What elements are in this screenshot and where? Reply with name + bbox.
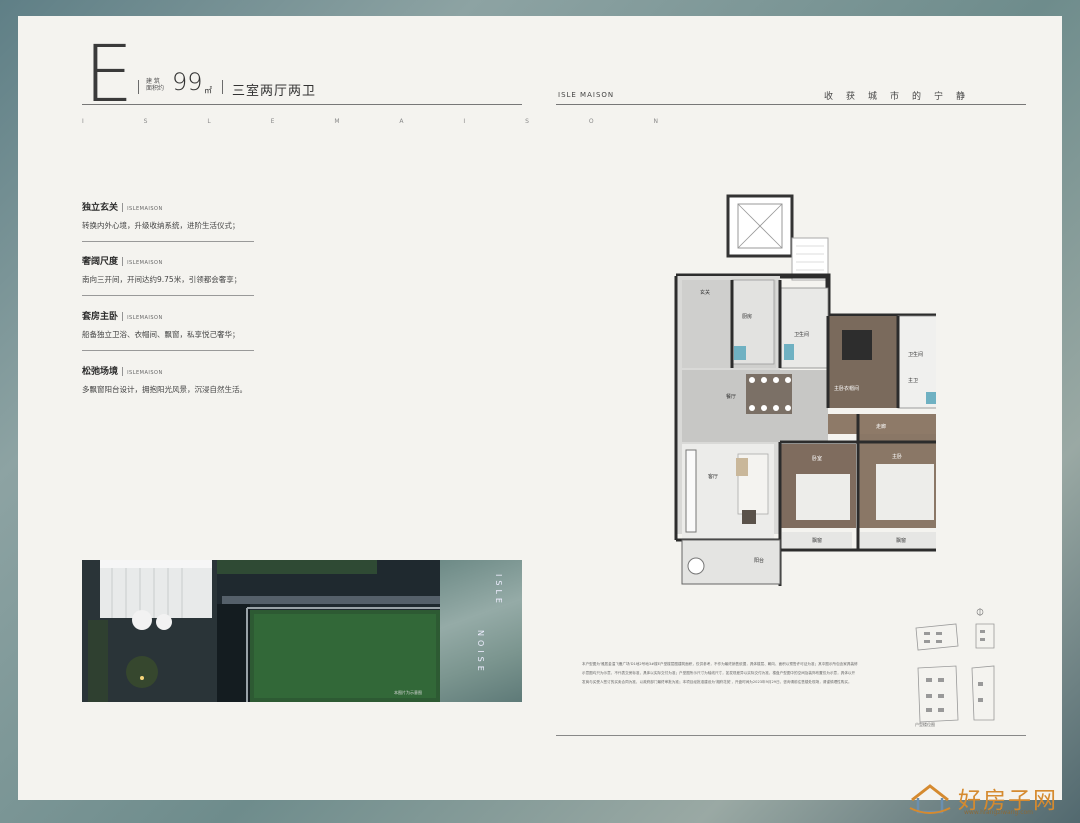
room-label-bay2: 飘窗 — [896, 537, 906, 544]
vertical-brand-text: ISLE — [494, 574, 503, 607]
feature-title: 独立玄关 — [82, 203, 119, 213]
feature-title: 奢阔尺度 — [82, 257, 119, 267]
room-label-master: 主卧 — [892, 453, 902, 460]
feature-description: 转换内外心境，升级收纳系统，进阶生活仪式； — [82, 221, 240, 230]
feature-item: 套房主卧 | ISLEMAISON 船备独立卫浴、衣帽间、飘窗，私享悦己奢华； — [82, 309, 254, 351]
feature-rule — [82, 241, 254, 242]
feature-item: 奢阔尺度 | ISLEMAISON 南向三开间，开间达约9.75米，引领都会奢享； — [82, 254, 254, 296]
legal-disclaimer: 本户型图为'雅居金温飞雁广场'D1地2号地3#楼E户型楼层图建筑面积，仅供参考，… — [582, 662, 858, 684]
feature-item: 独立玄关 | ISLEMAISON 转换内外心境，升级收纳系统，进阶生活仪式； — [82, 200, 254, 242]
area-label-line2: 面积约 — [146, 85, 165, 92]
divider — [222, 80, 223, 94]
feature-rule — [82, 350, 254, 351]
feature-description: 多飘窗阳台设计，拥抱阳光风景，沉浸自然生活。 — [82, 385, 247, 394]
area-label-line1: 建 筑 — [146, 78, 160, 85]
room-label-dining: 餐厅 — [726, 393, 736, 400]
feature-subtitle: ISLEMAISON — [127, 206, 163, 212]
layout-description: 三室两厅两卫 — [232, 84, 317, 99]
feature-subtitle: ISLEMAISON — [127, 370, 163, 376]
header-rule — [82, 104, 522, 105]
feature-description: 南向三开间，开间达约9.75米，引领都会奢享； — [82, 275, 242, 284]
floor-plan: 玄关 厨房 卫生间 餐厅 主卧衣帽间 卫生间 主卫 走廊 客厅 卧室 主卧 阳台… — [674, 194, 936, 586]
room-label-bedroom2: 卧室 — [812, 455, 822, 462]
compass-icon — [976, 608, 984, 616]
watermark-url: www.hfangziwang.com — [964, 809, 1034, 816]
key-plan — [915, 608, 995, 723]
courtyard-photo — [82, 560, 440, 702]
vertical-brand-text-2: NOISE — [476, 630, 485, 675]
room-label-hall: 走廊 — [876, 423, 886, 430]
feature-description: 船备独立卫浴、衣帽间、飘窗，私享悦己奢华； — [82, 330, 240, 339]
key-plan-label: 户型楼位图 — [915, 722, 935, 727]
area-value: 99 — [172, 68, 203, 96]
room-label-kitchen: 厨房 — [742, 313, 752, 320]
slogan: 收获城市的宁静 — [824, 92, 979, 102]
divider — [138, 80, 139, 94]
room-label-living: 客厅 — [708, 473, 718, 480]
brand-name: ISLE MAISON — [558, 91, 615, 99]
feature-rule — [82, 295, 254, 296]
spaced-brand: I S L E M A I S O N — [82, 118, 658, 125]
unit-type-letter: E — [84, 30, 133, 120]
room-label-master-closet: 主卧衣帽间 — [834, 385, 859, 392]
room-label-bath1: 卫生间 — [794, 331, 809, 338]
room-label-bath2: 卫生间 — [908, 351, 923, 358]
room-label-entry: 玄关 — [700, 289, 710, 296]
feature-item: 松弛场境 | ISLEMAISON 多飘窗阳台设计，拥抱阳光风景，沉浸自然生活。 — [82, 364, 254, 395]
right-header-rule — [556, 104, 1026, 105]
feature-title: 松弛场境 — [82, 367, 119, 377]
room-label-balcony: 阳台 — [754, 557, 764, 564]
room-label-bay1: 飘窗 — [812, 537, 822, 544]
feature-subtitle: ISLEMAISON — [127, 315, 163, 321]
room-label-bath3: 主卫 — [908, 377, 918, 384]
area-unit: ㎡ — [204, 86, 212, 95]
feature-subtitle: ISLEMAISON — [127, 260, 163, 266]
photo-caption: 本图片为示意图 — [394, 690, 422, 695]
area-label: 建 筑 面积约 — [146, 78, 164, 92]
feature-title: 套房主卧 — [82, 312, 119, 322]
footer-rule — [556, 735, 1026, 736]
